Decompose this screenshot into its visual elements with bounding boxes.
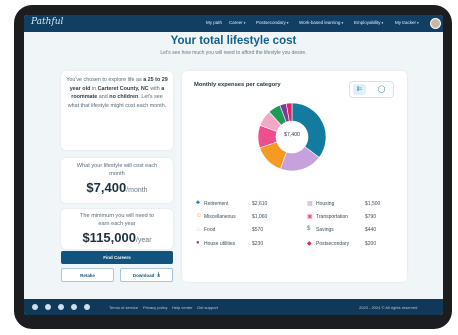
- footer-link-support[interactable]: Get support: [197, 305, 218, 310]
- footer-copyright: 2023 - 2024 © All rights reserved: [359, 305, 418, 310]
- page-title: Your total lifestyle cost: [170, 35, 297, 47]
- chevron-down-icon: ▾: [286, 21, 289, 25]
- legend-value-miscellaneous: $1,060: [252, 214, 268, 220]
- monthly-cost-value: $7,400/month: [86, 180, 148, 195]
- legend-value-transportation: $790: [365, 214, 377, 220]
- droplet-icon: ●: [196, 240, 200, 246]
- footer-link-help[interactable]: Help center: [172, 305, 192, 310]
- legend-label-retirement: Retirement: [204, 201, 229, 207]
- donut-center-total: $7,400: [284, 132, 300, 138]
- utensils-icon: ♨: [196, 227, 202, 233]
- smile-icon: ☺: [196, 213, 203, 219]
- donut-chart-icon[interactable]: ◯: [375, 84, 388, 95]
- building-icon: ▦: [307, 201, 313, 207]
- chevron-down-icon: ▾: [381, 21, 384, 25]
- user-avatar[interactable]: [430, 18, 441, 29]
- legend-value-retirement: $2,610: [252, 201, 268, 207]
- footer: Terms of service Privacy policy Help cen…: [24, 299, 443, 315]
- legend-label-transportation: Transportation: [316, 214, 349, 220]
- nav-career[interactable]: Career▾: [229, 20, 246, 25]
- legend-value-food: $570: [252, 227, 264, 233]
- instagram-icon[interactable]: [84, 304, 90, 310]
- find-careers-button[interactable]: Find Careers: [61, 251, 173, 264]
- app-logo[interactable]: Pathful: [31, 17, 63, 27]
- legend-label-miscellaneous: Miscellaneous: [204, 214, 236, 220]
- legend-label-savings: Savings: [316, 227, 334, 233]
- nav-my-path[interactable]: My path: [206, 20, 222, 25]
- piggy-bank-icon: ♣: [196, 200, 200, 206]
- nav-employability[interactable]: Employability▾: [354, 20, 383, 25]
- yearly-income-value: $115,000/year: [82, 230, 152, 245]
- download-button[interactable]: Download ⤓: [120, 268, 173, 282]
- chart-title: Monthly expenses per category: [194, 82, 281, 88]
- legend-label-house-utilities: House utilities: [204, 241, 236, 247]
- legend-value-savings: $440: [365, 227, 377, 233]
- nav-my-tracker[interactable]: My tracker▾: [395, 20, 419, 25]
- youtube-icon[interactable]: [71, 304, 77, 310]
- chevron-down-icon: ▾: [243, 21, 246, 25]
- footer-link-privacy[interactable]: Privacy policy: [143, 305, 167, 310]
- download-icon: ⤓: [157, 271, 161, 278]
- legend-value-house-utilities: $230: [252, 241, 264, 247]
- linkedin-icon[interactable]: [45, 304, 51, 310]
- nav-postsecondary[interactable]: Postsecondary▾: [256, 20, 289, 25]
- app-screen: Pathful My path Career▾ Postsecondary▾ W…: [24, 15, 443, 315]
- bar-chart-icon[interactable]: ⊫: [353, 84, 366, 95]
- footer-link-terms[interactable]: Terms of service: [109, 305, 138, 310]
- twitter-icon[interactable]: [32, 304, 38, 310]
- donut-slice-retirement[interactable]: [291, 102, 327, 158]
- monthly-cost-label: What your lifestyle will cost each month: [76, 163, 158, 177]
- nav-work-based-learning[interactable]: Work-based learning▾: [299, 20, 343, 25]
- legend-label-food: Food: [204, 227, 216, 233]
- chart-view-toggle[interactable]: ⊫ ◯: [349, 81, 394, 98]
- page-subtitle: Let's see how much you will need to affo…: [160, 50, 307, 56]
- top-navbar: Pathful My path Career▾ Postsecondary▾ W…: [24, 15, 443, 32]
- legend-label-postsecondary: Postsecondary: [316, 241, 350, 247]
- legend-label-housing: Housing: [316, 201, 335, 207]
- facebook-icon[interactable]: [58, 304, 64, 310]
- dollar-icon: $: [307, 226, 311, 232]
- chevron-down-icon: ▾: [341, 21, 344, 25]
- legend-value-postsecondary: $200: [365, 241, 377, 247]
- bus-icon: ▣: [307, 214, 313, 220]
- chevron-down-icon: ▾: [417, 21, 419, 25]
- legend-value-housing: $1,500: [365, 201, 381, 207]
- retake-button[interactable]: Retake: [61, 268, 114, 282]
- intro-text: You've chosen to explore life as a 25 to…: [66, 77, 168, 109]
- yearly-income-label: The minimum you will need to earn each y…: [80, 213, 154, 227]
- graduation-cap-icon: ◆: [307, 241, 312, 247]
